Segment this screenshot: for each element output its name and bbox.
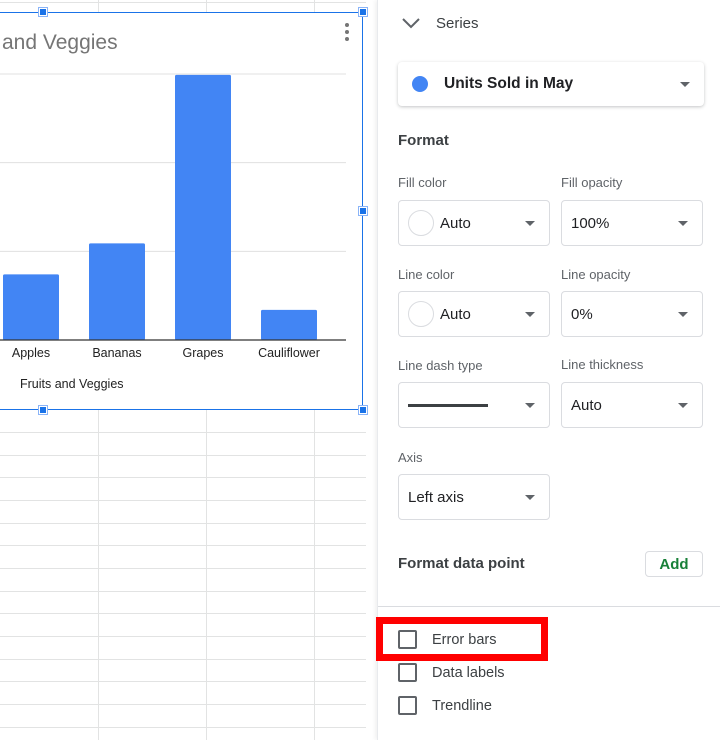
axis-value: Left axis — [408, 488, 464, 506]
x-tick-label: Apples — [12, 346, 50, 360]
dropdown-arrow-icon — [678, 221, 688, 226]
checkbox-unchecked-icon[interactable] — [398, 696, 417, 715]
row-divider — [0, 523, 366, 524]
error-bars-label: Error bars — [432, 631, 497, 648]
chevron-down-icon — [402, 18, 420, 29]
row-divider — [0, 704, 366, 705]
line-thickness-value: Auto — [571, 396, 602, 414]
trendline-label: Trendline — [432, 697, 492, 714]
chart-editor-panel: Series Units Sold in May Format Fill col… — [377, 0, 720, 740]
axis-label: Axis — [398, 450, 423, 465]
row-divider — [0, 432, 366, 433]
line-dash-label: Line dash type — [398, 358, 483, 373]
row-divider — [0, 636, 366, 637]
row-divider — [0, 681, 366, 682]
trendline-checkbox[interactable]: Trendline — [398, 696, 492, 715]
resize-handle-bottom[interactable] — [38, 405, 48, 415]
series-section-toggle[interactable]: Series — [400, 12, 479, 34]
x-tick-label: Grapes — [183, 346, 224, 360]
bar-apples[interactable] — [3, 274, 59, 340]
resize-handle-right[interactable] — [358, 206, 368, 216]
resize-handle-bottom-right[interactable] — [358, 405, 368, 415]
bar-chart-plot: Apples Bananas Grapes Cauliflower — [0, 73, 346, 360]
bar-bananas[interactable] — [89, 243, 145, 340]
row-divider — [0, 659, 366, 660]
checkbox-unchecked-icon[interactable] — [398, 663, 417, 682]
series-dropdown-value: Units Sold in May — [444, 75, 574, 92]
panel-divider — [378, 606, 720, 607]
line-opacity-label: Line opacity — [561, 267, 631, 282]
data-labels-label: Data labels — [432, 664, 505, 681]
row-divider — [0, 591, 366, 592]
format-heading: Format — [398, 132, 449, 149]
dropdown-arrow-icon — [525, 403, 535, 408]
row-divider — [0, 500, 366, 501]
fill-color-label: Fill color — [398, 175, 447, 190]
dropdown-arrow-icon — [525, 221, 535, 226]
bar-grapes[interactable] — [175, 74, 231, 341]
line-thickness-label: Line thickness — [561, 357, 644, 372]
x-axis-title: Fruits and Veggies — [20, 377, 124, 391]
error-bars-checkbox[interactable]: Error bars — [398, 630, 496, 649]
add-data-point-button[interactable]: Add — [645, 551, 703, 577]
row-divider — [0, 727, 366, 728]
color-swatch-icon — [408, 301, 434, 327]
row-divider — [0, 2, 366, 3]
fill-color-value: Auto — [440, 214, 471, 232]
format-data-point-label: Format data point — [398, 555, 525, 572]
row-divider — [0, 455, 366, 456]
fill-color-dropdown[interactable]: Auto — [398, 200, 550, 246]
line-thickness-dropdown[interactable]: Auto — [561, 382, 703, 428]
row-divider — [0, 568, 366, 569]
section-title: Series — [436, 14, 479, 32]
line-color-dropdown[interactable]: Auto — [398, 291, 550, 337]
dropdown-arrow-icon — [680, 82, 690, 87]
row-divider — [0, 477, 366, 478]
fill-opacity-value: 100% — [571, 214, 610, 232]
dropdown-arrow-icon — [678, 312, 688, 317]
line-dash-dropdown[interactable] — [398, 382, 550, 428]
series-color-dot — [412, 76, 428, 92]
x-tick-label: Bananas — [92, 346, 141, 360]
row-divider — [0, 613, 366, 614]
resize-handle-top-right[interactable] — [358, 7, 368, 17]
checkbox-unchecked-icon[interactable] — [398, 630, 417, 649]
dropdown-arrow-icon — [525, 495, 535, 500]
series-dropdown[interactable]: Units Sold in May — [398, 62, 704, 106]
fill-opacity-dropdown[interactable]: 100% — [561, 200, 703, 246]
dropdown-arrow-icon — [525, 312, 535, 317]
data-labels-checkbox[interactable]: Data labels — [398, 663, 505, 682]
line-opacity-dropdown[interactable]: 0% — [561, 291, 703, 337]
line-opacity-value: 0% — [571, 305, 593, 323]
line-color-label: Line color — [398, 267, 455, 282]
chart-container[interactable]: and Veggies Apples Bananas Grapes Cauliflow… — [0, 7, 368, 415]
x-tick-label: Cauliflower — [258, 346, 320, 360]
bar-cauliflower[interactable] — [261, 309, 317, 340]
fill-opacity-label: Fill opacity — [561, 175, 623, 190]
line-color-value: Auto — [440, 305, 471, 323]
color-swatch-icon — [408, 210, 434, 236]
dropdown-arrow-icon — [678, 403, 688, 408]
solid-line-icon — [408, 403, 488, 407]
row-divider — [0, 545, 366, 546]
axis-dropdown[interactable]: Left axis — [398, 474, 550, 520]
resize-handle-top[interactable] — [38, 7, 48, 17]
